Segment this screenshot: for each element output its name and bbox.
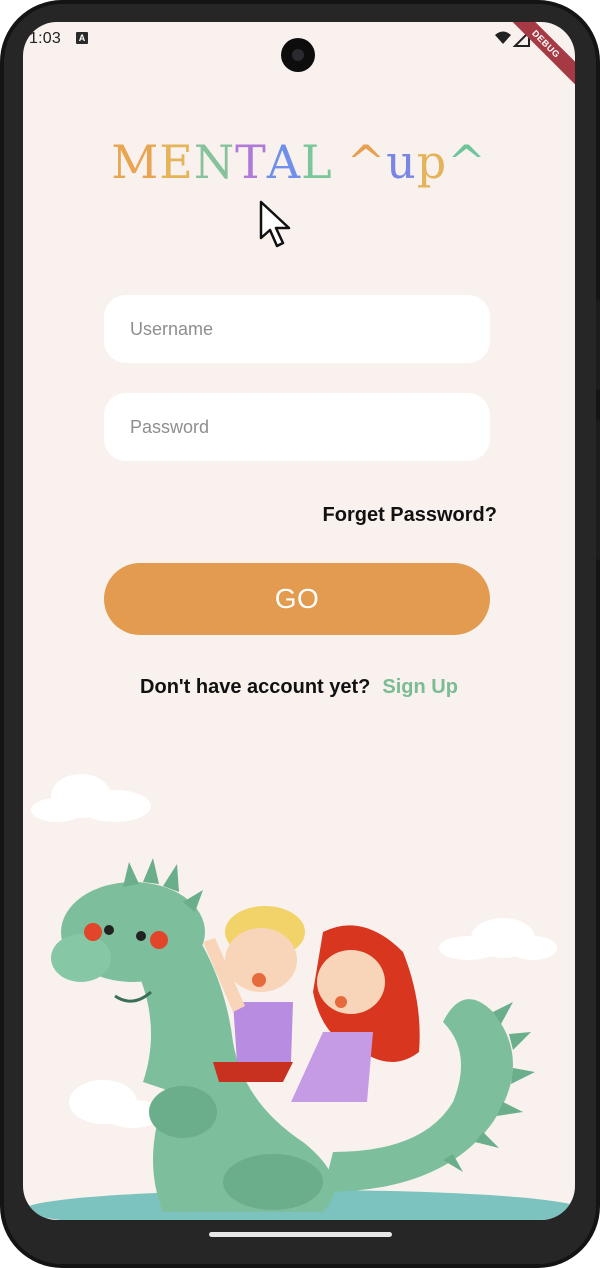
username-input[interactable]: Username [104, 295, 490, 363]
cloud-right [439, 918, 557, 960]
title-letter: N [193, 135, 236, 189]
title-letter: M [111, 135, 160, 189]
mouse-cursor-icon [259, 200, 291, 248]
dragon-leg-back [223, 1154, 323, 1210]
phone-frame: 1:03 A DEBUG MENTAL ^up^ Username Passwo… [0, 0, 600, 1268]
girl-dress [291, 1032, 373, 1102]
app-title: MENTAL ^up^ [23, 135, 575, 189]
title-letter: p [416, 135, 448, 189]
password-input[interactable]: Password [104, 393, 490, 461]
dragon-cheek-right [150, 931, 168, 949]
dragon-cheek-left [84, 923, 102, 941]
boy-pants [213, 1062, 293, 1082]
title-letter: T [235, 135, 267, 189]
front-camera [281, 38, 315, 72]
forget-password-link[interactable]: Forget Password? [323, 504, 497, 527]
title-letter: L [301, 135, 333, 189]
cloud-left [31, 774, 151, 822]
go-button[interactable]: GO [104, 563, 490, 635]
notification-icon: A [76, 32, 88, 44]
cloud-bottom [69, 1080, 163, 1128]
title-letter: ^ [447, 135, 487, 189]
title-letter: u [386, 135, 417, 189]
no-account-text: Don't have account yet? [140, 676, 371, 698]
boy-cheek [252, 973, 266, 987]
app-screen: 1:03 A DEBUG MENTAL ^up^ Username Passwo… [23, 22, 575, 1220]
boy-shirt [233, 1002, 293, 1062]
signup-row: Don't have account yet? Sign Up [23, 676, 575, 699]
title-letter: E [159, 135, 194, 189]
power-button [596, 300, 600, 390]
signup-link[interactable]: Sign Up [382, 676, 458, 698]
dragon-kids-illustration [23, 774, 575, 1220]
title-letter: A [266, 135, 302, 189]
dragon-eye-left [104, 925, 114, 935]
dragon-eye-right [136, 931, 146, 941]
girl-face [317, 950, 385, 1014]
girl-cheek [335, 996, 347, 1008]
status-time: 1:03 [29, 30, 61, 47]
wifi-icon [495, 31, 511, 44]
volume-button [596, 420, 600, 560]
dragon-leg-front [149, 1086, 217, 1138]
home-indicator[interactable] [209, 1232, 392, 1237]
title-letter: ^ [346, 135, 387, 189]
dragon-snout [51, 934, 111, 982]
